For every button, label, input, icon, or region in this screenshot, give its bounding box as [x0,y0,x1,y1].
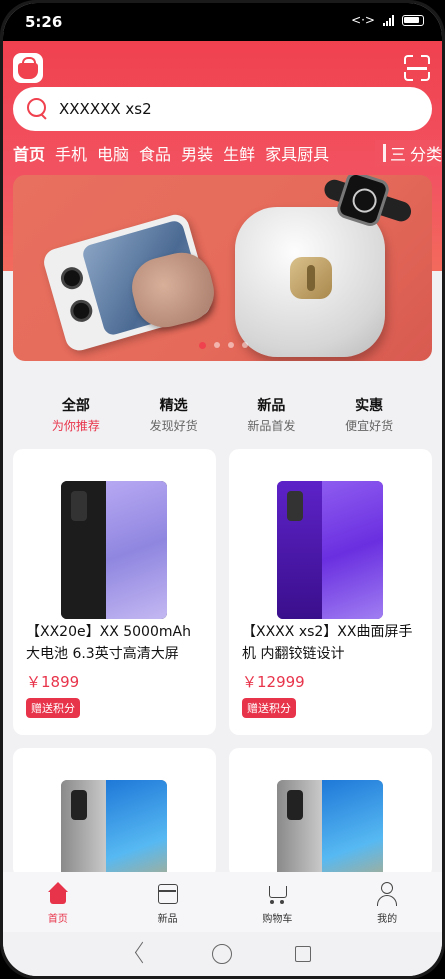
filter-subtitle: 为你推荐 [51,419,100,433]
data-transfer-icon: <·> [351,13,375,27]
tab-label: 首页 [47,914,68,925]
bottom-tab-bar: 首页 新品 购物车 我的 [3,872,442,932]
category-tab[interactable]: 首页 [13,141,45,165]
filter-subtitle: 新品首发 [247,419,296,433]
scan-icon[interactable] [404,55,430,81]
pagination-dot [228,342,234,348]
banner-pagination [199,342,248,349]
filter-subtitle: 便宜好货 [345,419,394,433]
status-bar: 5:26 <·> [3,3,442,41]
user-icon [375,882,399,906]
menu-icon: 三 [389,145,406,164]
cart-icon [265,882,289,906]
filter-title: 精选 [159,398,188,414]
divider [382,144,386,162]
points-badge: 赠送积分 [242,698,296,718]
tab-label: 我的 [377,914,398,925]
pagination-dot [214,342,220,348]
product-card[interactable]: 【XXXX xs2】XX曲面屏手机 内翻铰链设计 ￥12999 赠送积分 [229,449,432,735]
home-circle-icon[interactable] [211,944,232,964]
search-bar[interactable]: XXXXXX xs2 [13,87,432,131]
category-tab[interactable]: 家具厨具 [265,141,329,165]
product-image [13,449,216,621]
tab-label: 新品 [157,914,178,925]
product-image [229,449,432,621]
product-price: ￥12999 [242,673,305,691]
search-input[interactable]: XXXXXX xs2 [59,100,152,118]
points-badge: 赠送积分 [26,698,80,718]
pagination-dot [242,342,248,348]
product-card[interactable] [13,748,216,878]
product-title: 【XXXX xs2】XX曲面屏手机 内翻铰链设计 [242,624,413,662]
category-tab[interactable]: 食品 [139,141,171,165]
filter-title: 全部 [61,398,90,414]
category-tab[interactable]: 手机 [55,141,87,165]
product-image [13,748,216,878]
tab-profile[interactable]: 我的 [332,872,442,932]
category-tab[interactable]: 男装 [181,141,213,165]
product-image [229,748,432,878]
category-more-label: 分类 [409,145,442,164]
home-icon [46,882,70,906]
category-more-button[interactable]: 三 分类 [374,140,442,166]
product-card[interactable]: 【XX20e】XX 5000mAh 大电池 6.3英寸高清大屏 ￥1899 赠送… [13,449,216,735]
filter-title: 实惠 [355,398,384,414]
filter-featured[interactable]: 精选 发现好货 [139,395,209,434]
tab-cart[interactable]: 购物车 [223,872,333,932]
product-title: 【XX20e】XX 5000mAh 大电池 6.3英寸高清大屏 [26,624,191,662]
screen: 5:26 <·> XXXXXX xs2 首页 手机 电脑 食品 男装 生鲜 家具… [3,3,442,976]
tab-label: 购物车 [262,914,293,925]
pagination-dot [199,342,206,349]
filter-subtitle: 发现好货 [149,419,198,433]
promo-banner[interactable] [13,175,432,361]
status-icons: <·> [351,13,424,27]
back-icon[interactable] [135,945,149,963]
category-tab[interactable]: 电脑 [97,141,129,165]
phone-frame: 5:26 <·> XXXXXX xs2 首页 手机 电脑 食品 男装 生鲜 家具… [0,0,445,979]
tab-new[interactable]: 新品 [113,872,223,932]
battery-icon [402,14,424,26]
product-price: ￥1899 [26,673,80,691]
filter-value[interactable]: 实惠 便宜好货 [334,395,404,434]
category-tab[interactable]: 生鲜 [223,141,255,165]
product-card[interactable] [229,748,432,878]
filter-new[interactable]: 新品 新品首发 [236,395,306,434]
box-icon [156,882,180,906]
recent-apps-icon[interactable] [294,946,311,962]
filter-title: 新品 [257,398,286,414]
search-icon [27,98,49,120]
filter-tabs: 全部 为你推荐 精选 发现好货 新品 新品首发 实惠 便宜好货 [3,395,442,434]
signal-icon [383,14,394,26]
filter-all[interactable]: 全部 为你推荐 [41,395,111,434]
app-logo-icon [13,53,43,83]
category-tabs: 首页 手机 电脑 食品 男装 生鲜 家具厨具 三 分类 [13,140,442,166]
tab-home[interactable]: 首页 [3,872,113,932]
system-nav-bar [3,932,442,976]
status-time: 5:26 [25,13,63,31]
